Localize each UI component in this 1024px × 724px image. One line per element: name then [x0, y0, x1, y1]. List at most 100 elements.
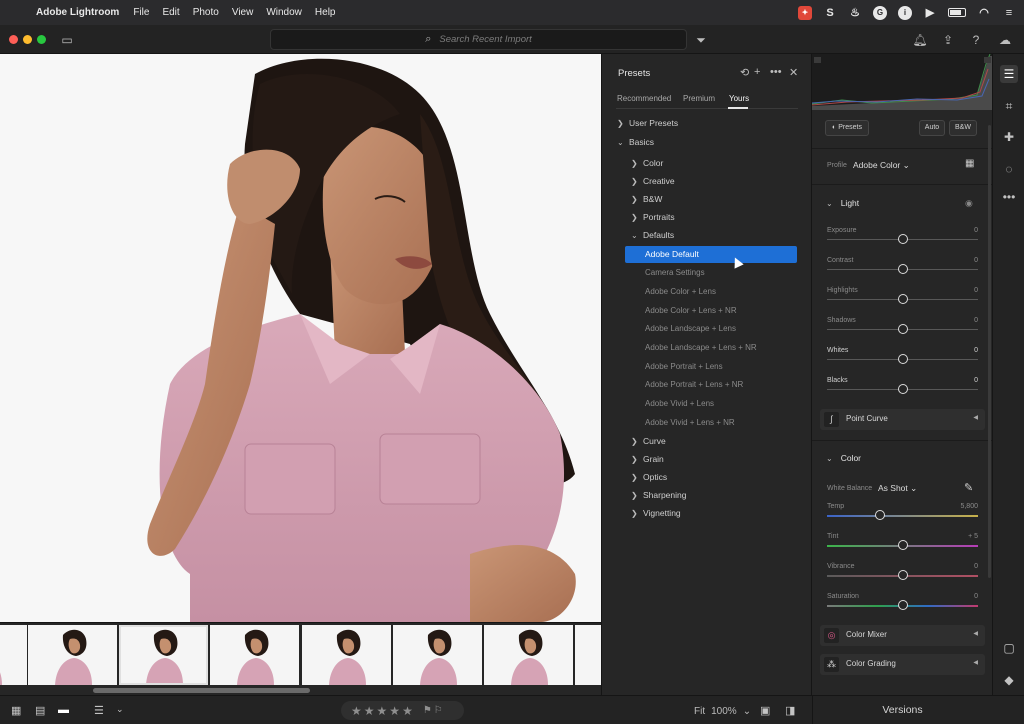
share-icon[interactable]: ⇪	[940, 32, 956, 48]
star-2[interactable]: ★	[364, 704, 375, 718]
menu-view[interactable]: View	[232, 7, 254, 18]
zoom-fit[interactable]: Fit	[694, 706, 705, 717]
minimize-window-button[interactable]	[23, 35, 32, 44]
slider-value[interactable]: 0	[974, 563, 978, 570]
star-3[interactable]: ★	[377, 704, 388, 718]
edit-panel-scrollbar[interactable]	[988, 125, 991, 578]
slider-track[interactable]	[827, 515, 978, 517]
color-section-header[interactable]: ⌄ Color	[826, 453, 861, 463]
slider-handle[interactable]	[897, 540, 908, 550]
group-color[interactable]: ❯ Color	[631, 158, 663, 168]
group-curve[interactable]: ❯ Curve	[631, 436, 666, 446]
slider-value[interactable]: 5,800	[960, 503, 978, 510]
filmstrip-thumbnail[interactable]	[575, 625, 601, 685]
preset-adobe-vivid-lens-nr[interactable]: Adobe Vivid + Lens + NR	[645, 418, 735, 427]
square-grid-icon[interactable]: ▦	[11, 704, 21, 717]
slider-handle[interactable]	[897, 384, 908, 394]
preset-adobe-vivid-lens[interactable]: Adobe Vivid + Lens	[645, 399, 714, 408]
point-curve-section[interactable]: ∫ Point Curve ◀	[820, 409, 985, 430]
group-vignetting[interactable]: ❯ Vignetting	[631, 508, 681, 518]
filmstrip-thumbnail[interactable]	[28, 625, 117, 685]
filmstrip[interactable]	[0, 622, 601, 695]
group-portraits[interactable]: ❯ Portraits	[631, 212, 675, 222]
flame-icon[interactable]: ♨	[848, 6, 862, 20]
slider-handle[interactable]	[897, 234, 908, 244]
preset-adobe-default[interactable]: Adobe Default	[625, 246, 797, 263]
filmstrip-thumbnail[interactable]	[119, 625, 208, 685]
crop-icon[interactable]: ⌗	[1000, 97, 1018, 115]
slider-value[interactable]: 0	[974, 347, 978, 354]
group-optics[interactable]: ❯ Optics	[631, 472, 667, 482]
color-grading-section[interactable]: ⁂ Color Grading ◀	[820, 654, 985, 675]
preset-adobe-color-lens[interactable]: Adobe Color + Lens	[645, 287, 716, 296]
versions-button[interactable]: Versions	[812, 696, 992, 724]
add-preset-icon[interactable]: +	[754, 66, 760, 78]
menu-window[interactable]: Window	[266, 7, 302, 18]
bw-button[interactable]: B&W	[949, 120, 977, 136]
flag-pick-icon[interactable]: ⚑	[423, 705, 432, 716]
notifications-icon[interactable]: 🔔︎	[912, 32, 928, 48]
preset-adobe-landscape-lens-nr[interactable]: Adobe Landscape + Lens + NR	[645, 343, 757, 352]
masking-icon[interactable]: ◌	[1000, 160, 1018, 178]
filmstrip-thumbnail[interactable]	[302, 625, 391, 685]
detail-view-icon[interactable]: ▬	[58, 704, 69, 716]
group-defaults[interactable]: ⌄ Defaults	[631, 230, 674, 240]
help-icon[interactable]: ?	[968, 32, 984, 48]
slider-value[interactable]: 0	[974, 257, 978, 264]
profile-browser-icon[interactable]: ▦	[965, 158, 974, 169]
preset-adobe-portrait-lens-nr[interactable]: Adobe Portrait + Lens + NR	[645, 380, 743, 389]
preset-adobe-landscape-lens[interactable]: Adobe Landscape + Lens	[645, 324, 736, 333]
profile-dropdown[interactable]: Adobe Color ⌄	[853, 160, 910, 171]
group-bw[interactable]: ❯ B&W	[631, 194, 662, 204]
skype-icon[interactable]: S	[823, 6, 837, 20]
filmstrip-thumbnail[interactable]	[0, 625, 27, 685]
filmstrip-thumbnail[interactable]	[210, 625, 299, 685]
slider-value[interactable]: + 5	[968, 533, 978, 540]
group-sharpening[interactable]: ❯ Sharpening	[631, 490, 686, 500]
menu-edit[interactable]: Edit	[162, 7, 179, 18]
group-basics[interactable]: ⌄ Basics	[617, 137, 654, 147]
before-after-icon[interactable]: ◨	[785, 704, 795, 717]
light-section-header[interactable]: ⌄ Light	[826, 198, 859, 208]
zoom-window-button[interactable]	[37, 35, 46, 44]
star-4[interactable]: ★	[389, 704, 400, 718]
dropbox-icon[interactable]: ✦	[798, 5, 812, 20]
flag-reject-icon[interactable]: ⚐	[434, 705, 443, 716]
chevron-down-icon[interactable]: ⌄	[116, 704, 124, 715]
play-icon[interactable]: ▶	[923, 6, 937, 20]
battery-icon[interactable]	[948, 8, 966, 17]
slider-handle[interactable]	[897, 264, 908, 274]
zoom-percent[interactable]: 100%	[711, 706, 737, 717]
presets-button[interactable]: ◐ Presets	[825, 120, 869, 136]
edit-sliders-icon[interactable]: ☰	[1000, 65, 1018, 83]
app-menu[interactable]: Adobe Lightroom	[36, 7, 119, 18]
compare-icon[interactable]: ▣	[760, 704, 770, 717]
auto-button[interactable]: Auto	[919, 120, 945, 136]
filmstrip-thumbnail[interactable]	[393, 625, 482, 685]
white-balance-dropdown[interactable]: As Shot ⌄	[878, 483, 917, 494]
menu-help[interactable]: Help	[315, 7, 336, 18]
slider-handle[interactable]	[897, 324, 908, 334]
cloud-sync-icon[interactable]: ☁	[997, 32, 1013, 48]
close-window-button[interactable]	[9, 35, 18, 44]
menu-photo[interactable]: Photo	[193, 7, 219, 18]
tab-yours[interactable]: Yours	[729, 94, 749, 103]
sidebar-toggle-icon[interactable]: ▭	[59, 32, 75, 48]
close-panel-icon[interactable]: ✕	[789, 66, 798, 79]
star-1[interactable]: ★	[351, 704, 362, 718]
info-icon[interactable]: i	[898, 5, 912, 20]
group-creative[interactable]: ❯ Creative	[631, 176, 675, 186]
tab-premium[interactable]: Premium	[683, 94, 715, 103]
preset-adobe-color-lens-nr[interactable]: Adobe Color + Lens + NR	[645, 306, 737, 315]
eye-icon[interactable]: ◉	[965, 198, 973, 209]
filter-icon[interactable]: ⏷	[693, 32, 709, 48]
reset-presets-icon[interactable]: ⟲	[740, 66, 749, 79]
tab-recommended[interactable]: Recommended	[617, 94, 671, 103]
slider-handle[interactable]	[897, 294, 908, 304]
chevron-down-icon[interactable]: ⌄	[743, 706, 751, 717]
photo-grid-icon[interactable]: ▤	[35, 704, 45, 717]
sort-icon[interactable]: ☰	[94, 704, 104, 717]
tag-icon[interactable]: ◆	[1000, 671, 1018, 689]
slider-value[interactable]: 0	[974, 377, 978, 384]
slider-handle[interactable]	[897, 600, 908, 610]
